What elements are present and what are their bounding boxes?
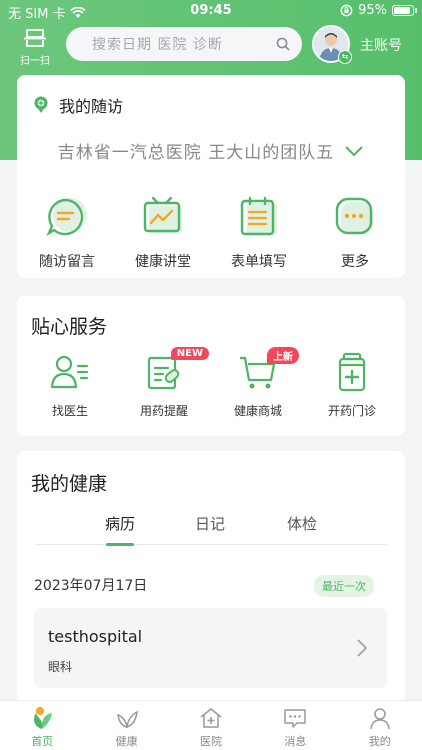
battery-percent: 95%: [358, 3, 387, 18]
health-tabs: 病历 日记 体检: [35, 513, 387, 546]
orientation-lock-icon: [340, 4, 353, 17]
service-label: 用药提醒: [139, 404, 188, 418]
home-logo-icon: [34, 706, 53, 729]
battery-fill: [394, 7, 411, 14]
record-department: 眼科: [48, 660, 73, 674]
action-fill-form[interactable]: 表单填写: [214, 193, 304, 271]
new-arrival-badge: 上新: [267, 347, 299, 364]
scan-icon: [24, 29, 46, 47]
hospital-icon: [200, 707, 222, 728]
tabbar-messages[interactable]: 消息: [260, 701, 330, 750]
services-title: 贴心服务: [31, 316, 108, 338]
search-icon: [276, 37, 290, 51]
follow-up-title: 我的随访: [59, 97, 124, 116]
follow-up-actions: 随访留言 健康讲堂 表单填写 更多: [17, 193, 405, 271]
scan-label: 扫一扫: [20, 56, 50, 67]
form-icon: [240, 196, 277, 236]
location-pin-icon: [34, 96, 48, 113]
tab-medical-record[interactable]: 病历: [90, 513, 150, 546]
service-label: 开药门诊: [327, 404, 376, 418]
health-title: 我的健康: [31, 473, 108, 495]
record-date: 2023年07月17日: [34, 578, 148, 594]
more-icon: [335, 197, 373, 235]
service-prescription-clinic[interactable]: 开药门诊: [309, 351, 395, 419]
bottom-tab-bar: 首页 健康 医院 消息 我的: [0, 700, 422, 750]
tab-diary[interactable]: 日记: [180, 513, 240, 534]
tabbar-health[interactable]: 健康: [92, 701, 162, 750]
tabbar-label: 消息: [284, 735, 307, 748]
action-label: 表单填写: [231, 254, 287, 270]
service-health-mall[interactable]: 上新 健康商城: [215, 347, 301, 419]
action-health-lecture[interactable]: 健康讲堂: [118, 193, 208, 271]
service-find-doctor[interactable]: 找医生: [27, 351, 113, 419]
leaf-icon: [116, 710, 138, 728]
tabbar-home[interactable]: 首页: [7, 701, 77, 750]
doctor-icon: [50, 355, 89, 389]
tabbar-label: 医院: [199, 735, 222, 748]
chevron-right-icon: [357, 639, 367, 657]
avatar[interactable]: ⇆: [312, 25, 352, 64]
tabbar-label: 首页: [31, 735, 54, 748]
message-icon: [46, 198, 87, 236]
person-icon: [370, 707, 390, 729]
hospital-team-label: 吉林省一汽总医院 王大山的团队五: [57, 143, 335, 163]
service-label: 健康商城: [233, 404, 282, 418]
record-hospital: testhospital: [48, 627, 143, 646]
prescription-icon: [338, 352, 366, 392]
scan-button[interactable]: 扫一扫: [14, 28, 56, 67]
battery-icon: [392, 5, 417, 16]
action-label: 更多: [341, 254, 369, 270]
action-follow-up-message[interactable]: 随访留言: [22, 193, 112, 271]
search-bar[interactable]: 搜索日期 医院 诊断: [66, 27, 302, 61]
health-card: 我的健康 病历 日记 体检 2023年07月17日 最近一次 testhospi…: [17, 451, 405, 711]
action-more[interactable]: 更多: [310, 193, 400, 271]
chevron-down-icon: [345, 145, 363, 156]
message-bubble-icon: [284, 708, 307, 728]
tv-chart-icon: [143, 196, 182, 233]
switch-account-icon: ⇆: [338, 50, 352, 64]
hospital-team-selector[interactable]: 吉林省一汽总医院 王大山的团队五: [17, 138, 405, 163]
new-badge: NEW: [170, 347, 209, 360]
action-label: 健康讲堂: [135, 254, 191, 270]
account-label[interactable]: 主账号: [360, 35, 402, 55]
service-medication-reminder[interactable]: NEW 用药提醒: [121, 347, 209, 419]
tabbar-hospital[interactable]: 医院: [176, 701, 246, 750]
search-placeholder: 搜索日期 医院 诊断: [92, 37, 223, 53]
tabbar-label: 我的: [368, 735, 391, 748]
service-label: 找医生: [51, 404, 88, 418]
action-label: 随访留言: [39, 254, 95, 270]
tabbar-label: 健康: [115, 735, 138, 748]
status-bar: 无 SIM 卡 09:45 95%: [0, 0, 422, 24]
follow-up-card: 我的随访 吉林省一汽总医院 王大山的团队五 随访留言 健康讲堂 表单填写 更多: [17, 75, 405, 278]
medical-record-item[interactable]: testhospital 眼科: [34, 608, 387, 688]
recent-badge: 最近一次: [314, 575, 374, 597]
tab-checkup[interactable]: 体检: [272, 513, 332, 534]
services-card: 贴心服务 找医生 NEW 用药提醒 上新 健康商城 开药门诊: [17, 296, 405, 436]
tabbar-profile[interactable]: 我的: [345, 701, 415, 750]
